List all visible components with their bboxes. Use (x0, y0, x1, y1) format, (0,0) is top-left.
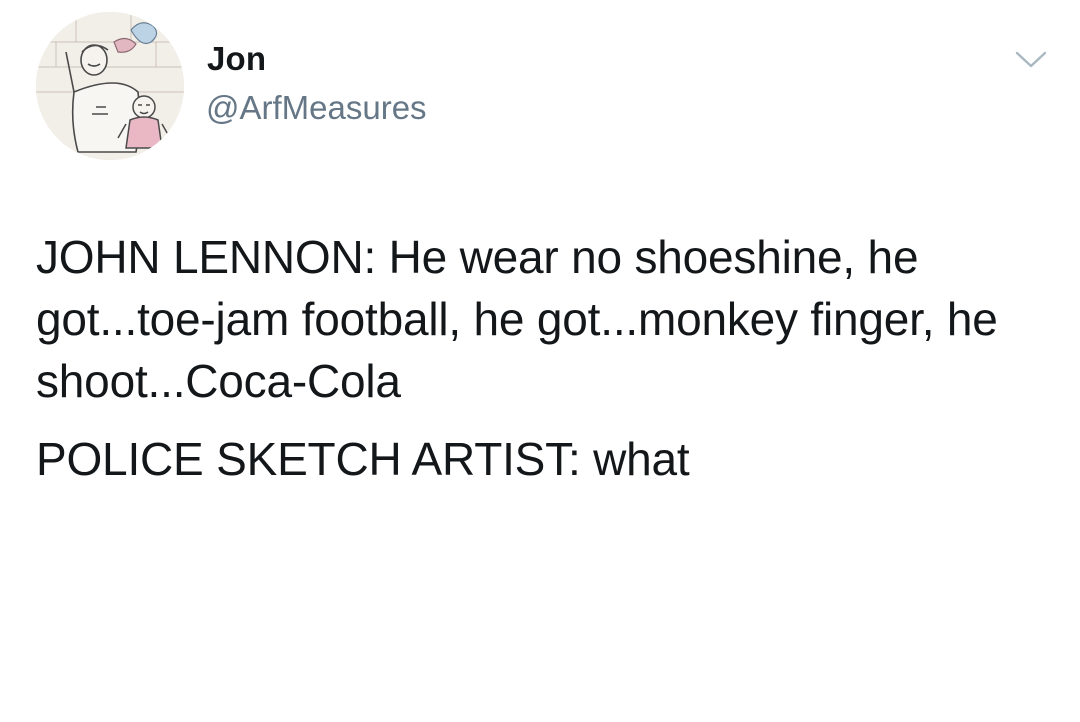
user-avatar[interactable] (36, 12, 184, 160)
tweet-paragraph: POLICE SKETCH ARTIST: what (36, 433, 690, 485)
user-handle[interactable]: @ArfMeasures (206, 89, 427, 127)
tweet-paragraph: JOHN LENNON: He wear no shoeshine, he go… (36, 231, 998, 407)
tweet-text: JOHN LENNON: He wear no shoeshine, he go… (36, 226, 1046, 490)
tweet-menu-button[interactable] (1012, 44, 1050, 74)
sketch-avatar-icon (36, 12, 184, 160)
chevron-down-icon (1015, 51, 1047, 68)
tweet-card: Jon @ArfMeasures JOHN LENNON: He wear no… (0, 0, 1080, 722)
user-display-name[interactable]: Jon (207, 40, 266, 78)
